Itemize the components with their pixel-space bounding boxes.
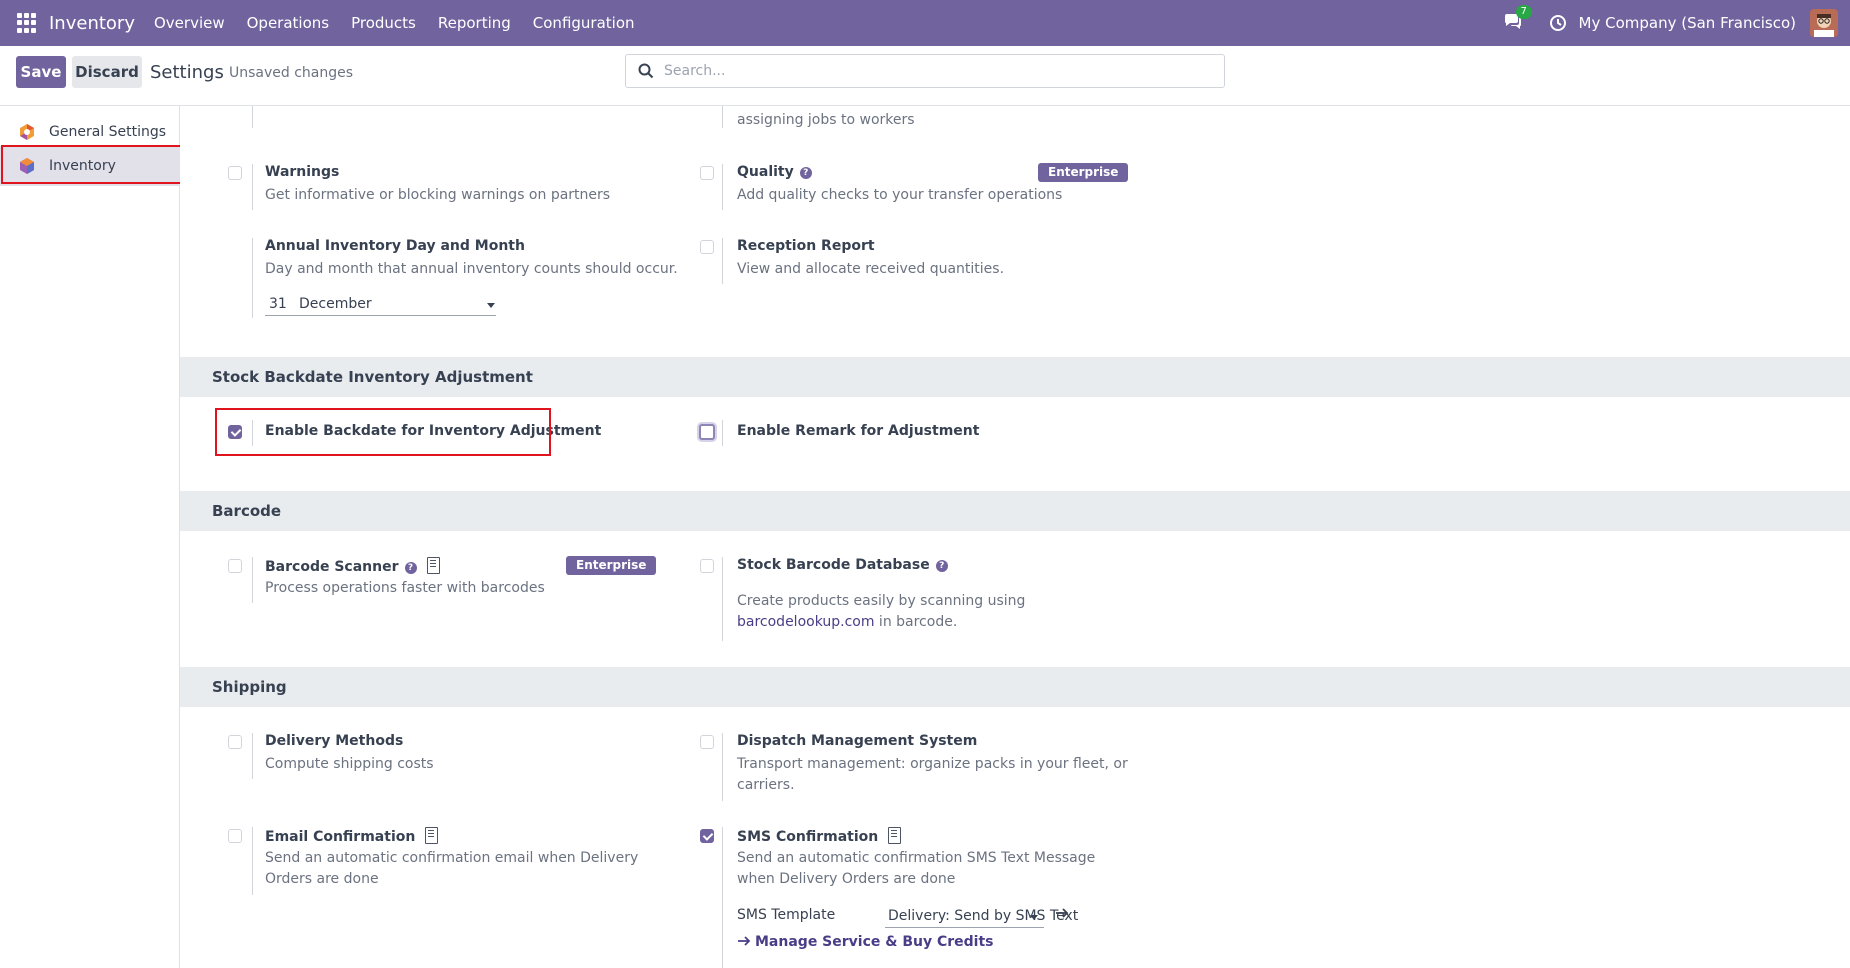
sms-confirmation-checkbox[interactable]	[700, 829, 714, 843]
menu-configuration[interactable]: Configuration	[533, 14, 635, 32]
barcode-database-checkbox[interactable]	[700, 559, 714, 573]
manage-credits-link[interactable]: Manage Service & Buy Credits	[737, 934, 994, 950]
annual-inventory-desc: Day and month that annual inventory coun…	[265, 261, 678, 277]
reception-report-checkbox[interactable]	[700, 240, 714, 254]
help-icon[interactable]: ?	[404, 562, 417, 574]
quality-title: Quality?	[737, 164, 812, 180]
enterprise-badge[interactable]: Enterprise	[566, 556, 657, 575]
delivery-methods-desc: Compute shipping costs	[265, 756, 434, 772]
annual-day-value[interactable]: 31	[269, 296, 287, 312]
search-bar[interactable]	[625, 54, 1225, 88]
sms-template-value[interactable]: Delivery: Send by SMS Text	[888, 908, 1078, 924]
delivery-methods-checkbox[interactable]	[228, 735, 242, 749]
search-icon	[638, 63, 654, 79]
dispatch-management-title: Dispatch Management System	[737, 733, 978, 749]
section-header-backdate: Stock Backdate Inventory Adjustment	[180, 357, 1850, 397]
enable-remark-checkbox[interactable]	[699, 424, 715, 440]
save-button[interactable]: Save	[16, 56, 66, 88]
annual-inventory-date-select[interactable]: 31 December	[265, 294, 496, 316]
chevron-down-icon	[487, 303, 495, 308]
warnings-title: Warnings	[265, 164, 340, 180]
sms-confirmation-desc: Send an automatic confirmation SMS Text …	[737, 850, 1096, 887]
barcode-database-title: Stock Barcode Database?	[737, 557, 948, 573]
settings-sidebar: General Settings Inventory	[0, 106, 181, 968]
top-navbar: Inventory Overview Operations Products R…	[0, 0, 1850, 46]
quality-checkbox[interactable]	[700, 166, 714, 180]
menu-products[interactable]: Products	[351, 14, 416, 32]
barcode-scanner-title: Barcode Scanner?	[265, 557, 440, 575]
user-avatar[interactable]	[1810, 9, 1838, 37]
building-icon	[888, 827, 902, 844]
company-switcher[interactable]: My Company (San Francisco)	[1579, 14, 1796, 32]
annual-month-value[interactable]: December	[299, 296, 372, 312]
search-input[interactable]	[664, 63, 1204, 79]
enterprise-badge[interactable]: Enterprise	[1038, 163, 1129, 182]
control-panel: Save Discard Settings Unsaved changes	[0, 46, 1850, 106]
email-confirmation-title: Email Confirmation	[265, 827, 439, 845]
chevron-down-icon	[1030, 915, 1038, 920]
settings-main: assigning jobs to workers Warnings Get i…	[180, 106, 1850, 968]
dispatch-management-checkbox[interactable]	[700, 735, 714, 749]
page-title: Settings	[150, 62, 224, 83]
email-confirmation-desc: Send an automatic confirmation email whe…	[265, 850, 639, 887]
chat-count-badge: 7	[1515, 5, 1532, 19]
section-header-barcode: Barcode	[180, 491, 1850, 531]
highlight-box-inventory	[1, 145, 182, 184]
section-header-shipping: Shipping	[180, 667, 1850, 707]
dispatch-management-desc: Transport management: organize packs in …	[737, 756, 1128, 793]
discard-button[interactable]: Discard	[72, 56, 142, 88]
delivery-methods-title: Delivery Methods	[265, 733, 404, 749]
arrow-right-icon[interactable]	[1055, 906, 1069, 924]
menu-operations[interactable]: Operations	[247, 14, 329, 32]
menu-overview[interactable]: Overview	[154, 14, 225, 32]
general-settings-logo-icon	[18, 123, 36, 141]
unsaved-status: Unsaved changes	[229, 65, 354, 81]
building-icon	[426, 557, 440, 574]
partial-setting-desc: assigning jobs to workers	[737, 112, 915, 128]
barcode-database-desc: Create products easily by scanning using…	[737, 593, 1026, 630]
annual-inventory-title: Annual Inventory Day and Month	[265, 238, 525, 254]
reception-report-desc: View and allocate received quantities.	[737, 261, 1005, 277]
highlight-box-backdate	[215, 408, 551, 456]
barcodelookup-link[interactable]: barcodelookup.com	[737, 614, 874, 630]
arrow-right-icon	[738, 936, 751, 946]
clock-icon[interactable]	[1549, 14, 1567, 32]
reception-report-title: Reception Report	[737, 238, 875, 254]
barcode-scanner-checkbox[interactable]	[228, 559, 242, 573]
menu-reporting[interactable]: Reporting	[438, 14, 511, 32]
help-icon[interactable]: ?	[935, 560, 948, 572]
chat-icon[interactable]: 7	[1503, 5, 1532, 33]
sms-confirmation-title: SMS Confirmation	[737, 827, 902, 845]
barcode-scanner-desc: Process operations faster with barcodes	[265, 580, 545, 596]
building-icon	[425, 827, 439, 844]
app-brand[interactable]: Inventory	[49, 13, 135, 34]
email-confirmation-checkbox[interactable]	[228, 829, 242, 843]
warnings-desc: Get informative or blocking warnings on …	[265, 187, 611, 203]
enable-remark-title: Enable Remark for Adjustment	[737, 423, 980, 439]
help-icon[interactable]: ?	[799, 167, 812, 179]
apps-grid-icon[interactable]	[17, 13, 37, 33]
sidebar-item-label: General Settings	[49, 124, 167, 140]
sms-template-label: SMS Template	[737, 907, 836, 923]
warnings-checkbox[interactable]	[228, 166, 242, 180]
sms-template-select[interactable]: Delivery: Send by SMS Text	[885, 906, 1078, 928]
quality-desc: Add quality checks to your transfer oper…	[737, 187, 1063, 203]
